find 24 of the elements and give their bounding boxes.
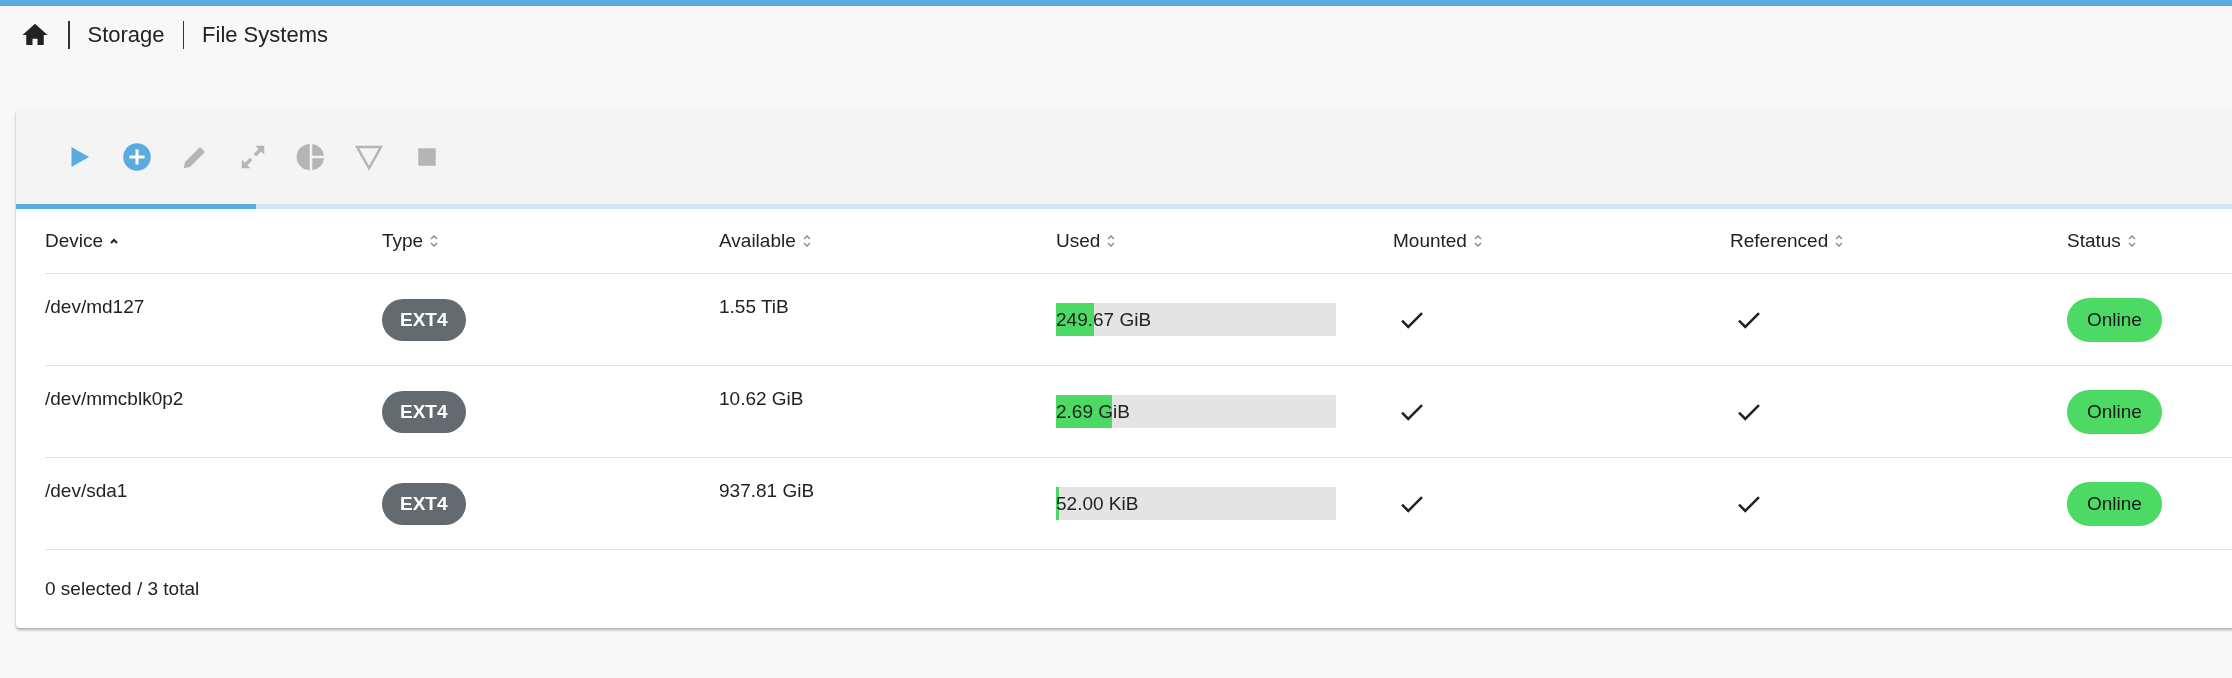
- breadcrumb-link[interactable]: Storage: [87, 22, 165, 48]
- status-badge: Online: [2067, 389, 2162, 434]
- type-badge: EXT4: [382, 390, 466, 433]
- selection-summary: 0 selected / 3 total: [45, 578, 200, 600]
- type-badge: EXT4: [382, 482, 466, 525]
- status-badge: Online: [2067, 297, 2162, 342]
- device-name: /dev/mmcblk0p2: [45, 388, 184, 410]
- pie-chart-icon: [296, 141, 326, 172]
- type-badge: EXT4: [382, 298, 466, 341]
- column-header[interactable]: Available: [719, 230, 812, 252]
- column-header[interactable]: Status: [2067, 230, 2137, 252]
- available-size: 937.81 GiB: [719, 480, 815, 502]
- column-header[interactable]: Device: [45, 230, 120, 252]
- breadcrumb-link[interactable]: File Systems: [202, 22, 328, 48]
- device-name: /dev/md127: [45, 296, 145, 318]
- available-size: 1.55 TiB: [719, 296, 789, 318]
- column-header[interactable]: Referenced: [1730, 230, 1845, 252]
- column-header[interactable]: Used: [1056, 230, 1117, 252]
- status-badge: Online: [2067, 481, 2162, 526]
- add-icon: [122, 141, 152, 172]
- column-header[interactable]: Type: [382, 230, 440, 252]
- device-name: /dev/sda1: [45, 480, 128, 502]
- column-header[interactable]: Mounted: [1393, 230, 1483, 252]
- available-size: 10.62 GiB: [719, 388, 804, 410]
